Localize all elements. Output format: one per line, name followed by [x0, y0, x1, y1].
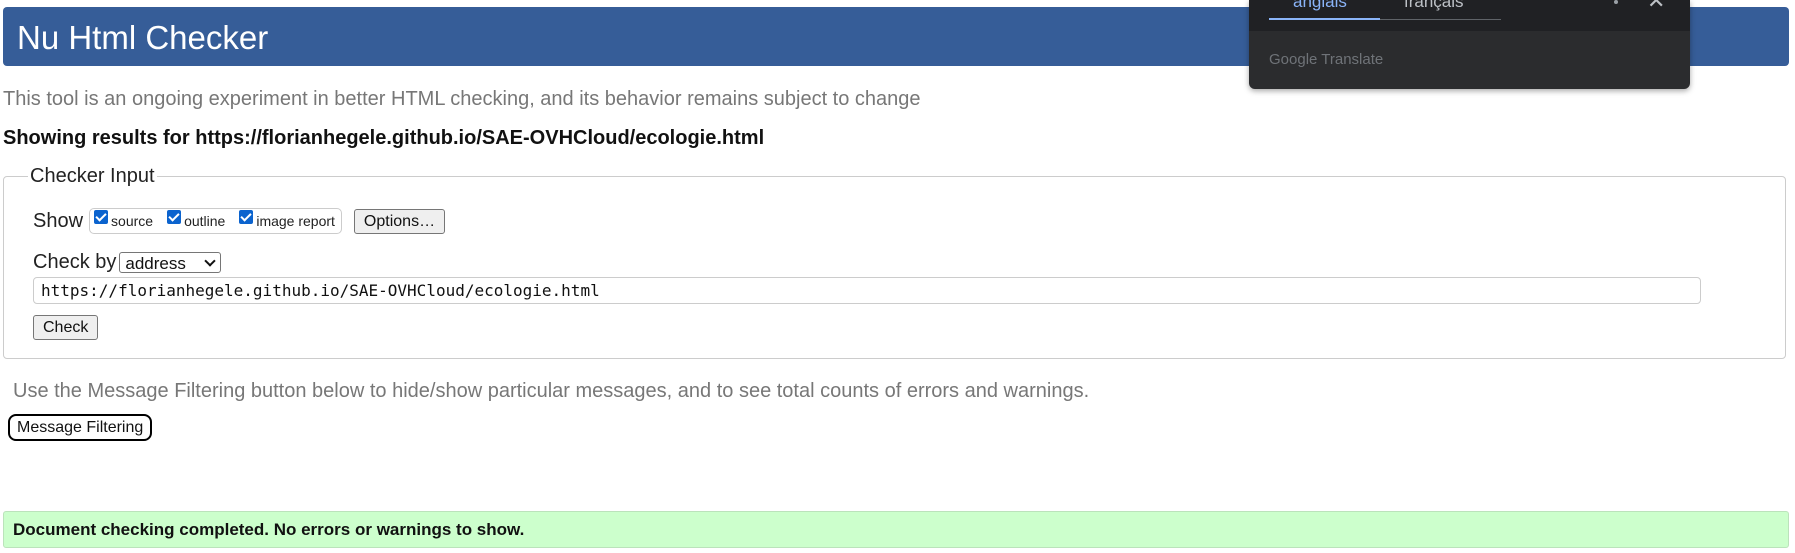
success-message: Document checking completed. No errors o… — [13, 520, 525, 539]
success-banner: Document checking completed. No errors o… — [3, 511, 1789, 548]
check-button[interactable]: Check — [33, 315, 99, 340]
show-options-group: source outline image report — [89, 208, 342, 234]
show-image-report-option[interactable]: image report — [239, 210, 335, 229]
tab-target-language[interactable]: français — [1404, 0, 1464, 12]
tab-source-language[interactable]: anglais — [1293, 0, 1347, 12]
source-checkbox[interactable] — [94, 210, 109, 224]
page-title: Nu Html Checker — [17, 19, 269, 56]
source-checkbox-label: source — [111, 213, 154, 229]
url-input[interactable]: https://florianhegele.github.io/SAE-OVHC… — [33, 277, 1701, 304]
google-translate-logo: Google Translate — [1269, 51, 1384, 68]
check-by-row: Check by address — [33, 251, 222, 274]
image-report-checkbox[interactable] — [239, 210, 254, 224]
active-tab-indicator — [1269, 18, 1380, 20]
chevron-down-icon — [204, 255, 217, 267]
show-source-option[interactable]: source — [94, 210, 154, 229]
outline-checkbox-label: outline — [184, 213, 226, 229]
check-by-label: Check by — [33, 251, 117, 273]
checker-input-fieldset: Checker Input — [3, 165, 1786, 359]
options-button[interactable]: Options… — [353, 208, 446, 234]
more-vert-icon[interactable] — [1609, 0, 1623, 11]
check-by-selected-value: address — [125, 254, 186, 273]
filter-help-text: Use the Message Filtering button below t… — [13, 380, 1090, 402]
image-report-checkbox-label: image report — [256, 213, 335, 229]
check-by-select[interactable]: address — [119, 252, 222, 273]
translate-tab-row: anglais français ✕ — [1249, 0, 1690, 31]
show-options-row: Show source outline image report Options… — [33, 208, 446, 234]
intro-text: This tool is an ongoing experiment in be… — [3, 88, 921, 110]
google-translate-popup: anglais français ✕ Google Translate — [1249, 0, 1690, 89]
results-heading: Showing results for https://florianhegel… — [3, 127, 765, 149]
checker-input-legend: Checker Input — [30, 165, 155, 187]
outline-checkbox[interactable] — [167, 210, 182, 224]
show-label: Show — [33, 209, 84, 232]
tab-divider — [1380, 19, 1501, 20]
show-outline-option[interactable]: outline — [167, 210, 226, 229]
close-icon[interactable]: ✕ — [1647, 0, 1665, 12]
message-filtering-button[interactable]: Message Filtering — [8, 414, 153, 441]
